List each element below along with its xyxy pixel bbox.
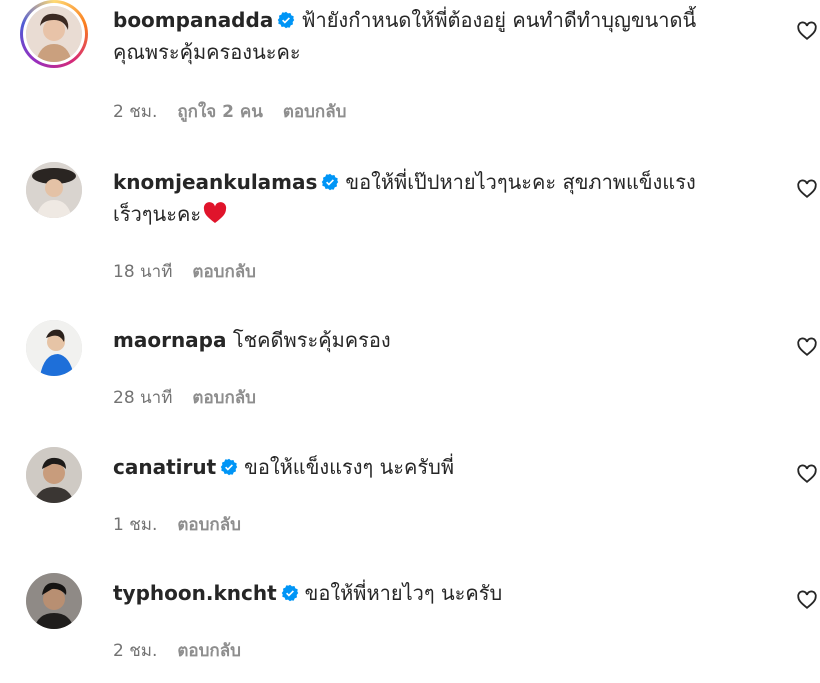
comment-text-cont: คุณพระคุ้มครองนะคะ bbox=[113, 40, 301, 64]
reply-button[interactable]: ตอบกลับ bbox=[177, 641, 241, 661]
avatar[interactable] bbox=[26, 6, 82, 62]
reply-button[interactable]: ตอบกลับ bbox=[192, 388, 256, 408]
verified-badge-icon bbox=[281, 584, 298, 602]
username[interactable]: boompanadda bbox=[113, 8, 273, 32]
likes-count[interactable]: ถูกใจ 2 คน bbox=[177, 102, 263, 122]
heart-outline-icon[interactable] bbox=[796, 178, 818, 200]
username[interactable]: canatirut bbox=[113, 455, 216, 479]
comment-text: ขอให้แข็งแรงๆ นะครับพี่ bbox=[244, 455, 455, 479]
reply-button[interactable]: ตอบกลับ bbox=[192, 262, 256, 282]
avatar[interactable] bbox=[26, 573, 82, 629]
avatar[interactable] bbox=[26, 320, 82, 376]
username[interactable]: maornapa bbox=[113, 328, 227, 352]
comment-time: 1 ชม. bbox=[113, 515, 158, 535]
comment-time: 18 นาที bbox=[113, 262, 173, 282]
verified-badge-icon bbox=[278, 11, 295, 29]
reply-button[interactable]: ตอบกลับ bbox=[177, 515, 241, 535]
comment-text: ฟ้ายังกำหนดให้พี่ต้องอยู่ คนทำดีทำบุญขนา… bbox=[301, 8, 697, 32]
heart-outline-icon[interactable] bbox=[796, 336, 818, 358]
red-heart-emoji-icon bbox=[203, 202, 227, 223]
heart-outline-icon[interactable] bbox=[796, 463, 818, 485]
comment-text: ขอให้พี่เป๊ปหายไวๆนะคะ สุขภาพแข็งแรง bbox=[345, 170, 696, 194]
comment-text: ขอให้พี่หายไวๆ นะครับ bbox=[304, 581, 503, 605]
reply-button[interactable]: ตอบกลับ bbox=[283, 102, 347, 122]
comment-time: 2 ชม. bbox=[113, 102, 158, 122]
verified-badge-icon bbox=[322, 173, 339, 191]
verified-badge-icon bbox=[220, 458, 238, 476]
avatar[interactable] bbox=[26, 447, 82, 503]
comment-text-cont: เร็วๆนะคะ bbox=[113, 202, 202, 226]
comment-time: 28 นาที bbox=[113, 388, 173, 408]
username[interactable]: knomjeankulamas bbox=[113, 170, 317, 194]
heart-outline-icon[interactable] bbox=[796, 20, 818, 42]
comment-time: 2 ชม. bbox=[113, 641, 158, 661]
heart-outline-icon[interactable] bbox=[796, 589, 818, 611]
avatar[interactable] bbox=[26, 162, 82, 218]
username[interactable]: typhoon.kncht bbox=[113, 581, 277, 605]
comment-text: โชคดีพระคุ้มครอง bbox=[232, 328, 391, 352]
